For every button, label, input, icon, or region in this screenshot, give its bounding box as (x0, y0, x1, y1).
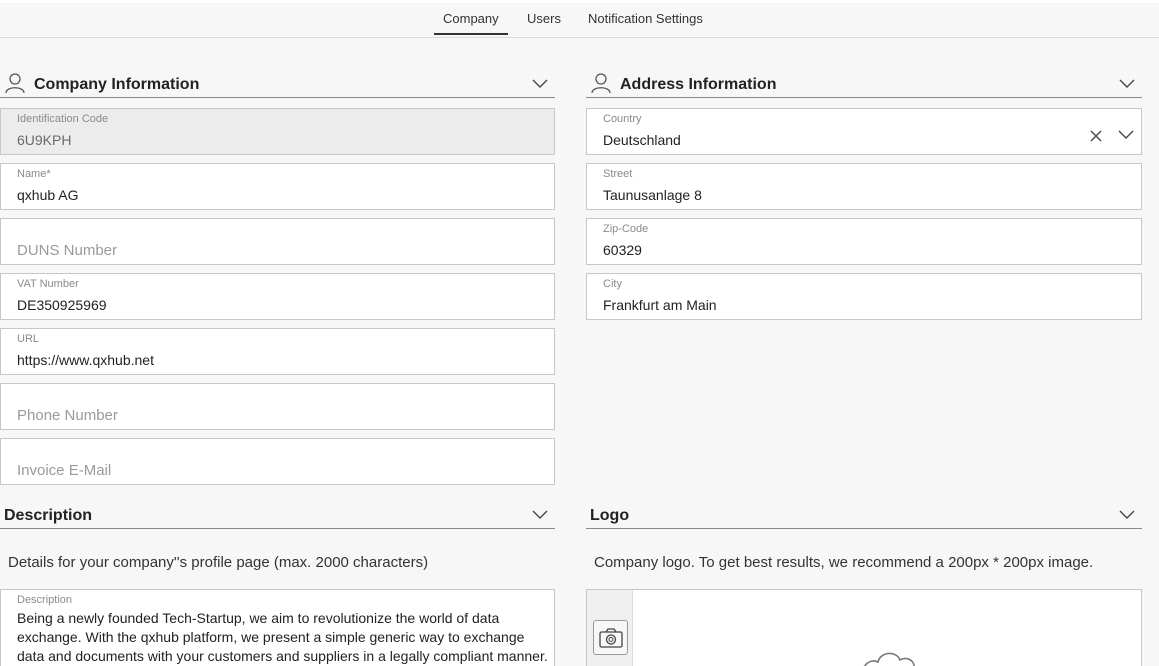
logo-drop-zone[interactable] (633, 590, 1141, 666)
tab-bar-divider (0, 37, 1159, 38)
clear-icon[interactable] (1089, 129, 1103, 143)
field-label: Identification Code (17, 113, 109, 125)
field-label: Description (17, 594, 73, 606)
phone-number-field[interactable]: Phone Number (0, 383, 555, 430)
person-icon (5, 73, 25, 94)
chevron-down-icon[interactable] (1118, 505, 1136, 523)
camera-button[interactable] (593, 620, 628, 655)
city-field[interactable]: City Frankfurt am Main (586, 273, 1142, 320)
company-info-header[interactable]: Company Information (0, 68, 555, 98)
tab-bar: Company Users Notification Settings (0, 0, 1159, 38)
chevron-down-icon[interactable] (1118, 74, 1136, 92)
field-placeholder: DUNS Number (17, 242, 118, 259)
field-value[interactable]: DE350925969 (17, 297, 107, 313)
field-placeholder: Invoice E-Mail (17, 462, 112, 479)
field-value: 6U9KPH (17, 132, 72, 148)
cloud-upload-icon (863, 652, 915, 666)
field-label: City (603, 278, 622, 290)
chevron-down-icon[interactable] (531, 505, 549, 523)
description-help-text: Details for your company''s profile page… (8, 554, 429, 571)
camera-icon (599, 628, 623, 648)
description-title: Description (4, 507, 93, 524)
tab-bar-top-strip (0, 0, 1159, 3)
person-icon (591, 73, 611, 94)
field-label: Name* (17, 168, 51, 180)
tab-notification-settings[interactable]: Notification Settings (588, 11, 703, 26)
field-value[interactable]: https://www.qxhub.net (17, 352, 154, 368)
description-header[interactable]: Description (0, 499, 555, 529)
field-value[interactable]: Frankfurt am Main (603, 297, 717, 313)
identification-code-field: Identification Code 6U9KPH (0, 108, 555, 155)
field-value[interactable]: Taunusanlage 8 (603, 187, 702, 203)
logo-toolbar (587, 590, 633, 666)
field-label: Country (603, 113, 642, 125)
tab-company[interactable]: Company (434, 11, 508, 35)
description-text[interactable]: Being a newly founded Tech-Startup, we a… (17, 609, 554, 666)
field-value[interactable]: Deutschland (603, 132, 681, 148)
description-textarea[interactable]: Description Being a newly founded Tech-S… (0, 589, 555, 666)
logo-header[interactable]: Logo (586, 499, 1142, 529)
field-value[interactable]: 60329 (603, 242, 642, 258)
invoice-email-field[interactable]: Invoice E-Mail (0, 438, 555, 485)
field-label: URL (17, 333, 40, 345)
duns-number-field[interactable]: DUNS Number (0, 218, 555, 265)
chevron-down-icon[interactable] (531, 74, 549, 92)
country-select[interactable]: Country Deutschland (586, 108, 1142, 155)
street-field[interactable]: Street Taunusanlage 8 (586, 163, 1142, 210)
url-field[interactable]: URL https://www.qxhub.net (0, 328, 555, 375)
logo-title: Logo (590, 507, 630, 524)
address-info-header[interactable]: Address Information (586, 68, 1142, 98)
address-info-title: Address Information (620, 76, 777, 93)
field-placeholder: Phone Number (17, 407, 118, 424)
vat-number-field[interactable]: VAT Number DE350925969 (0, 273, 555, 320)
name-field[interactable]: Name* qxhub AG (0, 163, 555, 210)
tab-users[interactable]: Users (527, 11, 561, 26)
logo-upload-area[interactable] (586, 589, 1142, 666)
field-label: VAT Number (17, 278, 79, 290)
logo-help-text: Company logo. To get best results, we re… (594, 554, 1094, 571)
field-label: Street (603, 168, 633, 180)
field-label: Zip-Code (603, 223, 649, 235)
field-value[interactable]: qxhub AG (17, 187, 79, 203)
zip-code-field[interactable]: Zip-Code 60329 (586, 218, 1142, 265)
chevron-down-icon[interactable] (1117, 125, 1135, 143)
company-info-title: Company Information (34, 76, 200, 93)
